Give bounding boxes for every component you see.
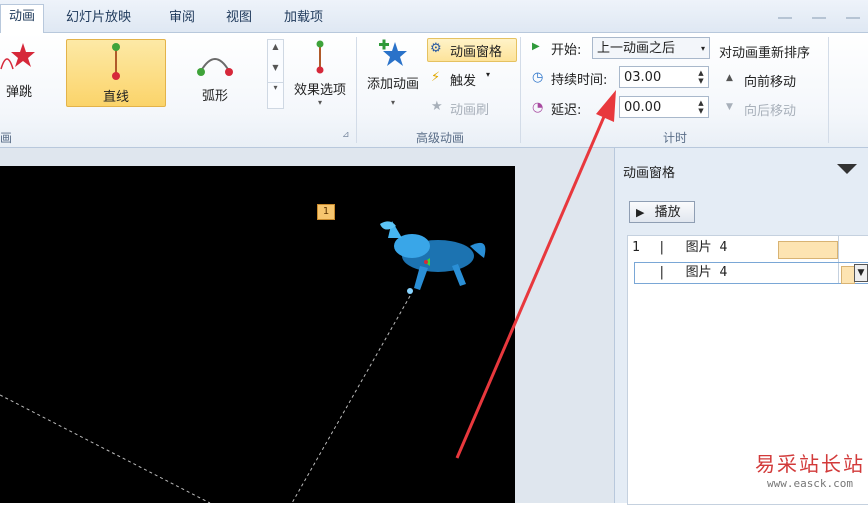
pane-title: 动画窗格 [623,166,676,181]
watermark: 易采站长站 www.easck.com [752,448,868,490]
motion-path-line[interactable] [291,295,411,503]
play-button[interactable]: ▶ 播放 [629,201,695,223]
animation-pane-label: 动画窗格 [450,45,503,60]
arc-path-icon [197,58,233,76]
line-path-icon [112,43,120,80]
motion-path-line[interactable] [0,394,211,503]
animation-painter-icon: ★ [431,99,443,114]
move-earlier-button[interactable]: 向前移动 [744,71,796,90]
start-select[interactable]: 上一动画之后 ▾ [592,37,710,59]
animation-order-tag[interactable]: 1 [317,204,335,220]
chevron-down-icon: ▾ [486,70,491,79]
group-label-animation: 画 [0,131,13,145]
trigger-button[interactable]: 触发 [450,70,476,89]
timeline-bar[interactable] [778,241,838,259]
item-separator: | [657,265,666,280]
duration-input[interactable]: 03.00 ▲ ▼ [619,66,709,88]
effect-options-label: 效果选项 [293,83,346,98]
item-dropdown-icon[interactable]: ▼ [854,264,868,282]
slide-canvas[interactable]: 1 [0,166,515,503]
close-icon[interactable] [846,13,860,19]
dialog-launcher-icon[interactable]: ⊿ [342,130,350,140]
gallery-more-icon[interactable]: ▾ [268,82,283,92]
delay-icon: ◔ [532,100,544,115]
tab-view[interactable]: 视图 [226,6,252,32]
bounce-star-icon [0,43,35,70]
gallery-scrollbar[interactable]: ▲ ▼ ▾ [267,39,284,109]
move-later-button[interactable]: 向后移动 [744,100,796,119]
watermark-url: www.easck.com [766,477,854,490]
ribbon-tab-bar: 动画 幻灯片放映 审阅 视图 加载项 [0,0,868,33]
effect-options-icon [316,40,324,74]
effect-options-button[interactable]: 效果选项 ▾ [288,39,352,107]
delay-label: 延迟: [551,103,582,118]
gallery-item-arc[interactable]: 弧形 [185,39,245,105]
chevron-down-icon: ▾ [317,98,322,107]
timeline-bar[interactable] [841,266,855,284]
group-divider [828,37,829,143]
duration-value: 03.00 [624,70,662,85]
start-label: 开始: [551,43,582,58]
scroll-up-icon[interactable]: ▲ [268,42,283,51]
item-number: 1 [632,240,640,255]
scroll-down-icon[interactable]: ▼ [268,63,283,72]
list-item[interactable]: | 图片 4 [632,263,842,283]
delay-input[interactable]: 00.00 ▲ ▼ [619,96,709,118]
chevron-down-icon: ▾ [700,44,705,53]
pane-menu-icon[interactable] [837,164,857,174]
move-earlier-icon: ▲ [726,73,733,83]
animation-pane-icon: ⚙ [430,41,442,56]
tab-slideshow[interactable]: 幻灯片放映 [66,6,131,32]
trigger-icon: ⚡ [431,70,441,85]
clock-icon: ◷ [532,70,544,85]
unicorn-image[interactable] [380,221,486,294]
reorder-title: 对动画重新排序 [719,46,811,61]
group-divider [520,37,521,143]
tab-addins[interactable]: 加载项 [284,6,323,32]
start-select-value: 上一动画之后 [597,41,676,56]
restore-icon[interactable] [811,13,826,19]
add-animation-button[interactable]: 添加动画 ▾ [362,37,424,107]
delay-value: 00.00 [624,100,662,115]
add-animation-star-icon [379,39,407,66]
gallery-item-label: 直线 [102,90,129,105]
chevron-down-icon: ▾ [390,98,395,107]
group-label-timing: 计时 [662,131,687,145]
watermark-title: 易采站长站 [755,452,865,476]
duration-spinner[interactable]: ▲ ▼ [696,69,706,85]
motion-paths [0,221,486,503]
group-divider [356,37,357,143]
minimize-icon[interactable] [777,13,792,19]
group-label-advanced: 高级动画 [415,131,464,145]
tab-review[interactable]: 审阅 [169,6,195,32]
animation-painter-button[interactable]: 动画刷 [450,99,489,118]
item-name: 图片 4 [685,240,728,255]
play-icon: ▶ [636,206,645,219]
item-name: 图片 4 [685,265,728,280]
move-later-icon: ▼ [726,102,733,112]
slide-workspace: 1 [0,148,614,503]
start-icon: ▶ [532,41,540,52]
ribbon: 弹跳 直线 弧形 ▲ ▼ ▾ 画 ⊿ 效果选项 ▾ 添加动画 ▾ ⚙ 动画窗格 … [0,33,868,148]
play-label: 播放 [654,205,681,220]
tab-animation[interactable]: 动画 [0,4,45,33]
add-animation-label: 添加动画 [366,77,419,92]
delay-spinner[interactable]: ▲ ▼ [696,99,706,115]
window-controls [762,8,860,23]
gallery-item-line[interactable]: 直线 [66,39,166,107]
duration-label: 持续时间: [551,73,608,88]
gallery-item-label: 弧形 [201,89,228,104]
item-separator: | [657,240,666,255]
gallery-item-label: 弹跳 [5,85,32,100]
gallery-item-bounce[interactable]: 弹跳 [0,39,44,105]
